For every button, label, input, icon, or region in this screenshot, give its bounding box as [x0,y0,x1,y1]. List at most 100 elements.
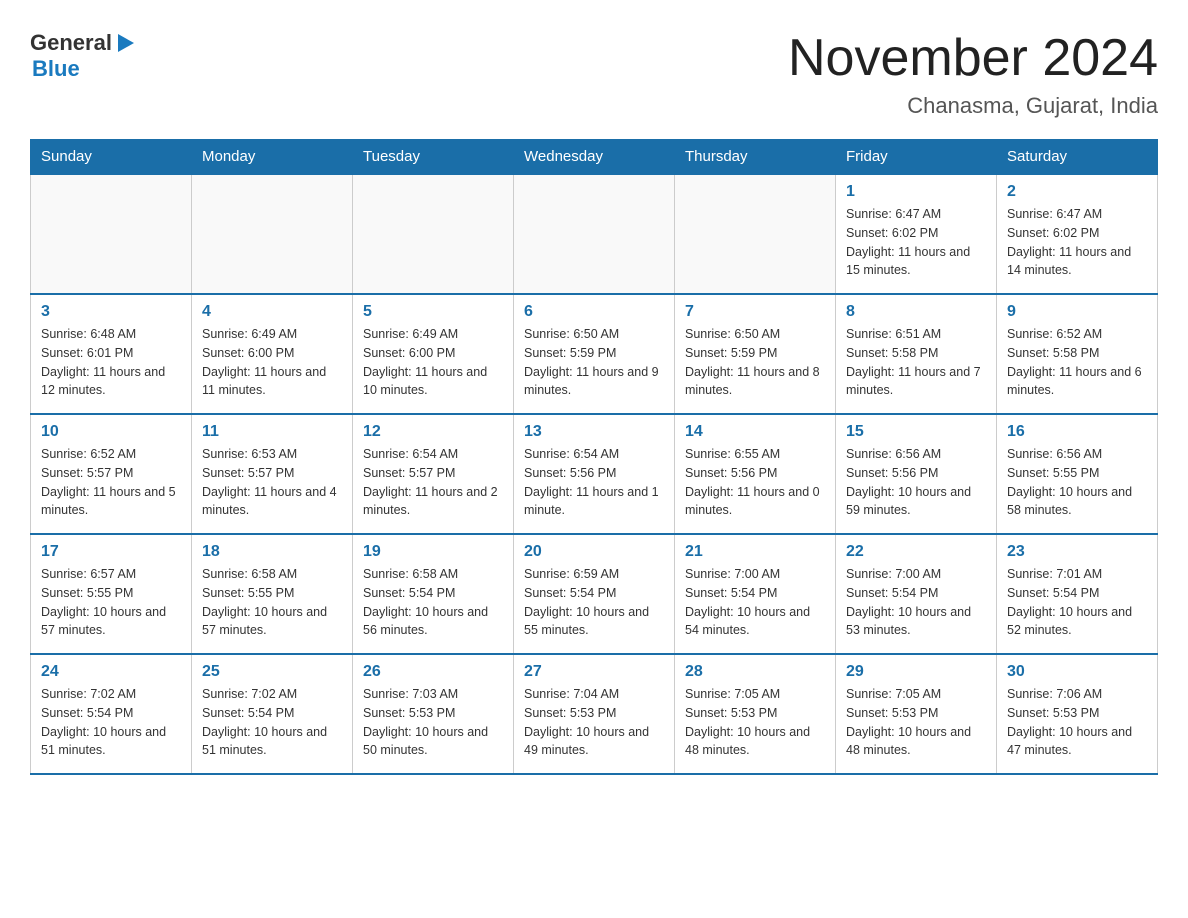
day-number: 7 [685,303,825,321]
logo-blue-text: Blue [32,56,80,82]
day-info: Sunrise: 6:47 AM Sunset: 6:02 PM Dayligh… [846,205,986,280]
calendar-cell: 3Sunrise: 6:48 AM Sunset: 6:01 PM Daylig… [31,294,192,414]
calendar-cell: 27 Sunrise: 7:04 AM Sunset: 5:53 PM Dayli… [514,654,675,774]
days-of-week-row: SundayMondayTuesdayWednesdayThursdayFrid… [31,140,1158,175]
calendar-cell: 12 Sunrise: 6:54 AM Sunset: 5:57 PM Dayli… [353,414,514,534]
calendar-cell: 1 Sunrise: 6:47 AM Sunset: 6:02 PM Daylig… [836,174,997,294]
day-number: 22 [846,543,986,561]
day-info: Sunrise: 6:50 AM Sunset: 5:59 PM Dayligh… [524,325,664,400]
day-info: Sunrise: 6:56 AM Sunset: 5:56 PM Dayligh… [846,445,986,520]
calendar-cell: 10Sunrise: 6:52 AM Sunset: 5:57 PM Dayli… [31,414,192,534]
calendar-cell: 20 Sunrise: 6:59 AM Sunset: 5:54 PM Dayli… [514,534,675,654]
day-info: Sunrise: 7:05 AM Sunset: 5:53 PM Dayligh… [846,685,986,760]
day-info: Sunrise: 6:58 AM Sunset: 5:55 PM Dayligh… [202,565,342,640]
day-info: Sunrise: 6:54 AM Sunset: 5:57 PM Dayligh… [363,445,503,520]
day-info: Sunrise: 6:47 AM Sunset: 6:02 PM Dayligh… [1007,205,1147,280]
day-header-sunday: Sunday [31,140,192,175]
day-number: 19 [363,543,503,561]
day-info: Sunrise: 7:05 AM Sunset: 5:53 PM Dayligh… [685,685,825,760]
day-info: Sunrise: 6:59 AM Sunset: 5:54 PM Dayligh… [524,565,664,640]
calendar-cell: 5 Sunrise: 6:49 AM Sunset: 6:00 PM Daylig… [353,294,514,414]
logo: General Blue [30,30,136,82]
calendar-cell: 26Sunrise: 7:03 AM Sunset: 5:53 PM Dayli… [353,654,514,774]
day-header-monday: Monday [192,140,353,175]
day-info: Sunrise: 7:06 AM Sunset: 5:53 PM Dayligh… [1007,685,1147,760]
calendar-cell [675,174,836,294]
day-number: 28 [685,663,825,681]
calendar-cell: 30Sunrise: 7:06 AM Sunset: 5:53 PM Dayli… [997,654,1158,774]
day-number: 23 [1007,543,1147,561]
day-number: 21 [685,543,825,561]
calendar-cell: 17Sunrise: 6:57 AM Sunset: 5:55 PM Dayli… [31,534,192,654]
calendar-cell: 7 Sunrise: 6:50 AM Sunset: 5:59 PM Daylig… [675,294,836,414]
day-number: 4 [202,303,342,321]
day-number: 18 [202,543,342,561]
calendar-table: SundayMondayTuesdayWednesdayThursdayFrid… [30,139,1158,775]
day-number: 14 [685,423,825,441]
day-info: Sunrise: 7:00 AM Sunset: 5:54 PM Dayligh… [846,565,986,640]
day-number: 24 [41,663,181,681]
calendar-title-block: November 2024 Chanasma, Gujarat, India [788,30,1158,119]
day-number: 25 [202,663,342,681]
week-row-1: 1 Sunrise: 6:47 AM Sunset: 6:02 PM Daylig… [31,174,1158,294]
week-row-4: 17Sunrise: 6:57 AM Sunset: 5:55 PM Dayli… [31,534,1158,654]
day-info: Sunrise: 7:00 AM Sunset: 5:54 PM Dayligh… [685,565,825,640]
calendar-cell: 25 Sunrise: 7:02 AM Sunset: 5:54 PM Dayli… [192,654,353,774]
calendar-cell: 11 Sunrise: 6:53 AM Sunset: 5:57 PM Dayli… [192,414,353,534]
day-info: Sunrise: 6:53 AM Sunset: 5:57 PM Dayligh… [202,445,342,520]
day-info: Sunrise: 7:02 AM Sunset: 5:54 PM Dayligh… [41,685,181,760]
day-number: 5 [363,303,503,321]
calendar-cell: 4 Sunrise: 6:49 AM Sunset: 6:00 PM Daylig… [192,294,353,414]
day-number: 3 [41,303,181,321]
day-info: Sunrise: 6:58 AM Sunset: 5:54 PM Dayligh… [363,565,503,640]
logo-triangle-icon [114,32,136,54]
day-number: 17 [41,543,181,561]
calendar-cell: 15 Sunrise: 6:56 AM Sunset: 5:56 PM Dayli… [836,414,997,534]
day-number: 16 [1007,423,1147,441]
day-number: 20 [524,543,664,561]
day-info: Sunrise: 6:52 AM Sunset: 5:58 PM Dayligh… [1007,325,1147,400]
day-header-tuesday: Tuesday [353,140,514,175]
calendar-cell [192,174,353,294]
day-info: Sunrise: 6:54 AM Sunset: 5:56 PM Dayligh… [524,445,664,520]
week-row-3: 10Sunrise: 6:52 AM Sunset: 5:57 PM Dayli… [31,414,1158,534]
calendar-header: SundayMondayTuesdayWednesdayThursdayFrid… [31,140,1158,175]
calendar-cell: 14 Sunrise: 6:55 AM Sunset: 5:56 PM Dayli… [675,414,836,534]
day-number: 15 [846,423,986,441]
calendar-cell: 16 Sunrise: 6:56 AM Sunset: 5:55 PM Dayli… [997,414,1158,534]
day-number: 2 [1007,183,1147,201]
day-number: 10 [41,423,181,441]
day-info: Sunrise: 6:49 AM Sunset: 6:00 PM Dayligh… [202,325,342,400]
day-info: Sunrise: 7:01 AM Sunset: 5:54 PM Dayligh… [1007,565,1147,640]
calendar-cell [353,174,514,294]
day-header-wednesday: Wednesday [514,140,675,175]
day-number: 29 [846,663,986,681]
day-number: 27 [524,663,664,681]
day-number: 12 [363,423,503,441]
day-info: Sunrise: 7:03 AM Sunset: 5:53 PM Dayligh… [363,685,503,760]
day-info: Sunrise: 7:02 AM Sunset: 5:54 PM Dayligh… [202,685,342,760]
logo-general-text: General [30,30,112,56]
calendar-cell [31,174,192,294]
calendar-cell: 13 Sunrise: 6:54 AM Sunset: 5:56 PM Dayli… [514,414,675,534]
day-info: Sunrise: 7:04 AM Sunset: 5:53 PM Dayligh… [524,685,664,760]
calendar-cell: 18 Sunrise: 6:58 AM Sunset: 5:55 PM Dayli… [192,534,353,654]
day-number: 11 [202,423,342,441]
week-row-2: 3Sunrise: 6:48 AM Sunset: 6:01 PM Daylig… [31,294,1158,414]
day-header-friday: Friday [836,140,997,175]
day-number: 1 [846,183,986,201]
day-header-saturday: Saturday [997,140,1158,175]
calendar-cell: 8Sunrise: 6:51 AM Sunset: 5:58 PM Daylig… [836,294,997,414]
day-info: Sunrise: 6:49 AM Sunset: 6:00 PM Dayligh… [363,325,503,400]
calendar-cell [514,174,675,294]
calendar-title: November 2024 [788,30,1158,87]
calendar-cell: 28 Sunrise: 7:05 AM Sunset: 5:53 PM Dayli… [675,654,836,774]
day-info: Sunrise: 6:56 AM Sunset: 5:55 PM Dayligh… [1007,445,1147,520]
day-info: Sunrise: 6:50 AM Sunset: 5:59 PM Dayligh… [685,325,825,400]
day-info: Sunrise: 6:55 AM Sunset: 5:56 PM Dayligh… [685,445,825,520]
calendar-body: 1 Sunrise: 6:47 AM Sunset: 6:02 PM Daylig… [31,174,1158,774]
day-number: 6 [524,303,664,321]
calendar-cell: 6 Sunrise: 6:50 AM Sunset: 5:59 PM Daylig… [514,294,675,414]
calendar-cell: 2 Sunrise: 6:47 AM Sunset: 6:02 PM Daylig… [997,174,1158,294]
day-number: 13 [524,423,664,441]
